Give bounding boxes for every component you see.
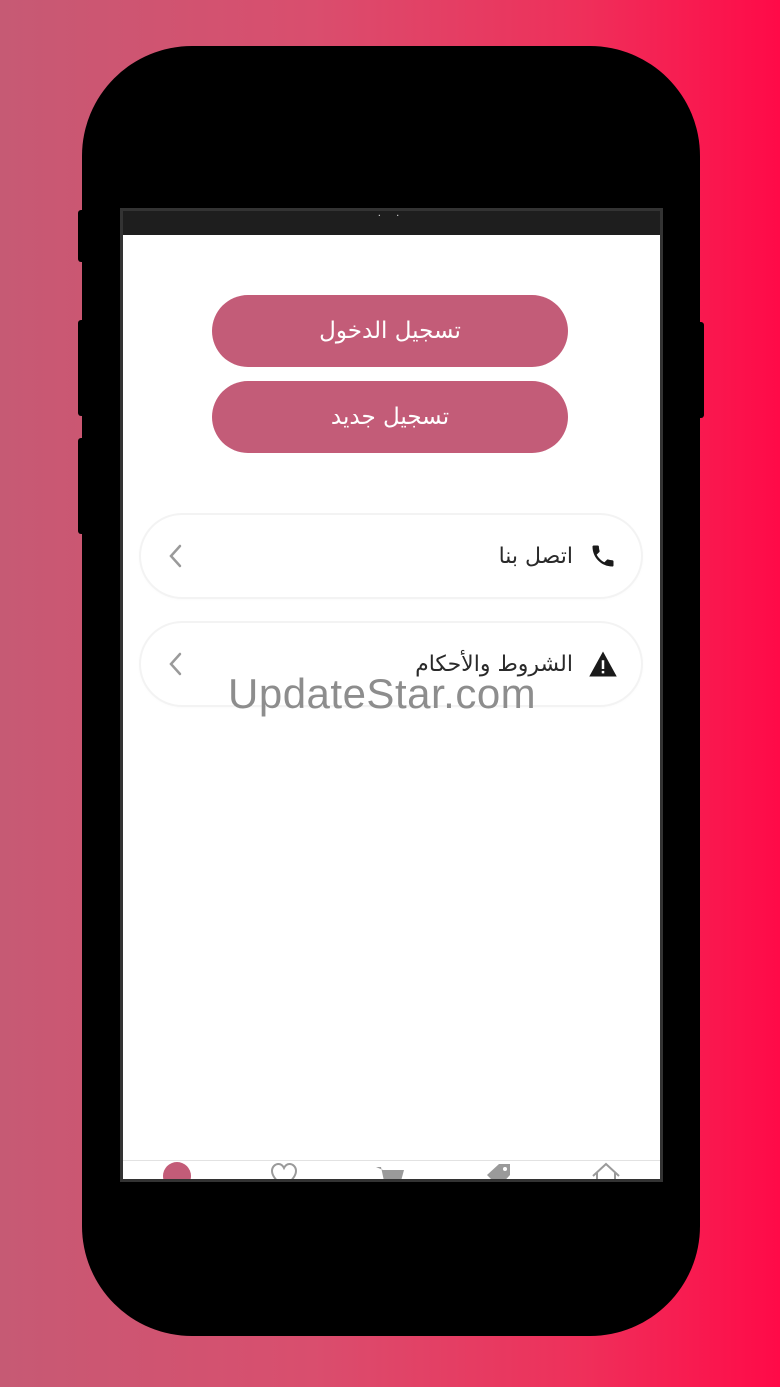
tab-offers[interactable]	[479, 1161, 519, 1179]
login-button[interactable]: تسجيل الدخول	[212, 295, 568, 367]
menu-item-contact-us[interactable]: اتصل بنا	[141, 515, 641, 597]
register-button[interactable]: تسجيل جديد	[212, 381, 568, 453]
chevron-left-icon	[163, 540, 187, 572]
tab-cart[interactable]	[371, 1161, 411, 1179]
home-icon	[592, 1162, 620, 1179]
phone-side-button	[696, 322, 704, 418]
tag-icon	[486, 1164, 510, 1179]
menu-item-label: الشروط والأحكام	[415, 651, 573, 677]
tab-favorites[interactable]	[264, 1161, 304, 1179]
phone-side-button	[78, 210, 86, 262]
app-screen: · · تسجيل الدخول تسجيل جديد اتصل بنا الش…	[120, 208, 663, 1182]
heart-icon	[271, 1162, 298, 1179]
profile-icon	[162, 1162, 191, 1179]
phone-side-button	[78, 438, 86, 534]
status-bar: · ·	[123, 211, 660, 235]
phone-side-button	[78, 320, 86, 416]
tab-profile[interactable]	[157, 1161, 197, 1179]
status-indicator: · ·	[377, 211, 406, 222]
chevron-left-icon	[163, 648, 187, 680]
phone-icon	[587, 540, 619, 572]
cart-icon	[376, 1167, 405, 1179]
tab-home[interactable]	[586, 1161, 626, 1179]
warning-icon	[587, 648, 619, 680]
menu-item-terms[interactable]: الشروط والأحكام	[141, 623, 641, 705]
bottom-tab-bar	[123, 1160, 660, 1179]
menu-item-label: اتصل بنا	[498, 543, 573, 569]
